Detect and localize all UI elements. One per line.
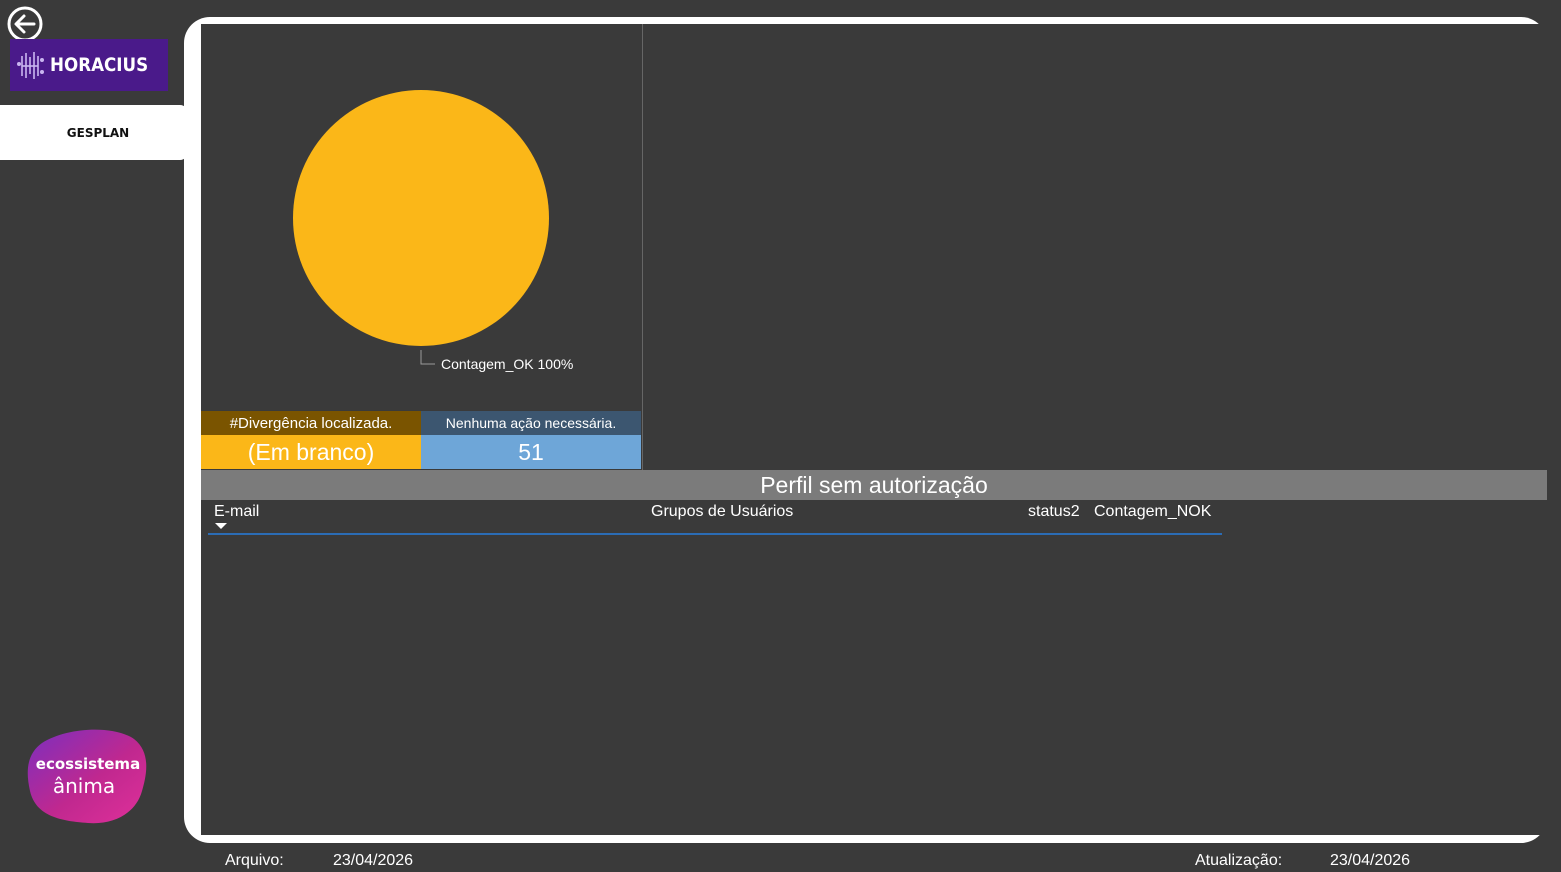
divergencia-header: #Divergência localizada.	[201, 411, 421, 435]
pie-leader-line	[420, 350, 435, 365]
pie-slice-contagem-ok[interactable]	[293, 90, 549, 346]
arquivo-date: 23/04/2026	[333, 852, 414, 869]
horacius-mark-icon	[17, 52, 45, 79]
acao-header: Nenhuma ação necessária.	[421, 411, 641, 435]
back-arrow-icon[interactable]	[6, 5, 44, 43]
logo-text: HORACIUS	[50, 54, 149, 76]
vertical-divider	[642, 24, 643, 470]
table-header: E-mail Grupos de Usuários status2 Contag…	[208, 501, 1222, 535]
pie-data-label: Contagem_OK 100%	[441, 356, 573, 372]
column-header-contagem-nok[interactable]: Contagem_NOK	[1094, 503, 1211, 521]
column-header-email[interactable]: E-mail	[214, 503, 259, 521]
pie-chart[interactable]: Contagem_OK 100%	[201, 24, 642, 411]
table-title: Perfil sem autorização	[201, 470, 1547, 500]
horacius-logo: HORACIUS	[10, 39, 168, 91]
nav-item-label: GESPLAN	[66, 125, 130, 140]
arquivo-label: Arquivo:	[225, 852, 284, 869]
sort-descending-icon[interactable]	[215, 523, 227, 529]
acao-value[interactable]: 51	[421, 435, 641, 469]
anima-logo-line2: ânima	[53, 774, 115, 798]
column-header-status2[interactable]: status2	[1028, 503, 1080, 521]
atualizacao-label: Atualização:	[1195, 852, 1283, 869]
divergencia-value[interactable]: (Em branco)	[201, 435, 421, 469]
nav-item-gesplan[interactable]: GESPLAN	[0, 105, 188, 160]
ecossistema-anima-logo: ecossistema ânima	[27, 729, 147, 824]
column-header-grupos[interactable]: Grupos de Usuários	[651, 503, 793, 521]
atualizacao-date: 23/04/2026	[1330, 852, 1411, 869]
anima-logo-line1: ecossistema	[36, 755, 140, 773]
